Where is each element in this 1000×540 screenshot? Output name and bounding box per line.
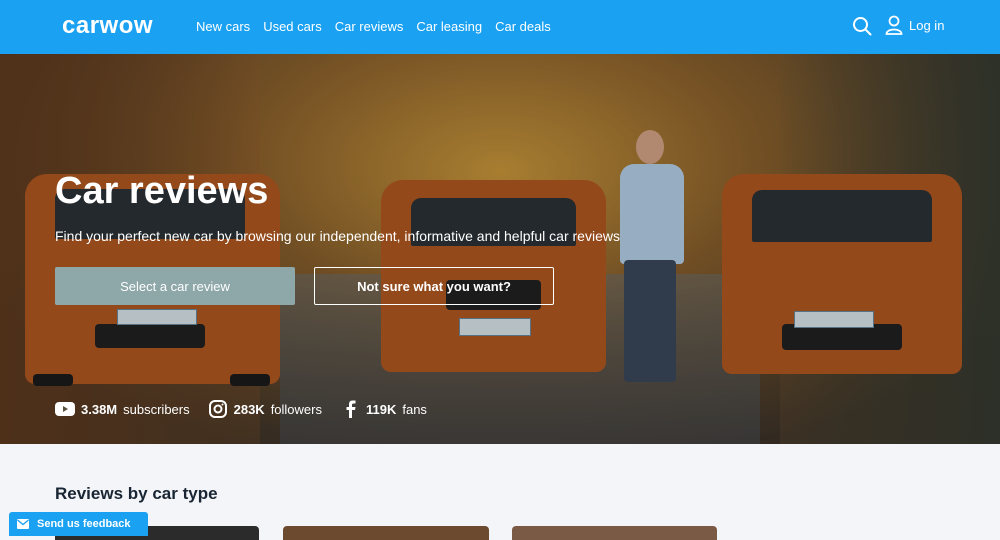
user-icon xyxy=(885,15,903,35)
main-nav: New cars Used cars Car reviews Car leasi… xyxy=(196,19,551,34)
youtube-stat[interactable]: 3.38M subscribers xyxy=(55,400,190,418)
envelope-icon xyxy=(17,519,29,529)
nav-car-deals[interactable]: Car deals xyxy=(495,19,551,34)
facebook-label: fans xyxy=(402,401,427,417)
car-type-card[interactable] xyxy=(283,526,489,540)
select-car-review-button[interactable]: Select a car review xyxy=(55,267,295,305)
hero-banner: Car reviews Find your perfect new car by… xyxy=(0,54,1000,444)
section-title: Reviews by car type xyxy=(55,484,218,503)
youtube-label: subscribers xyxy=(123,401,190,417)
not-sure-button[interactable]: Not sure what you want? xyxy=(314,267,554,305)
instagram-label: followers xyxy=(270,401,322,417)
nav-car-reviews[interactable]: Car reviews xyxy=(335,19,404,34)
top-navbar: carwow New cars Used cars Car reviews Ca… xyxy=(0,0,1000,54)
page-title: Car reviews xyxy=(55,170,269,212)
facebook-count: 119K xyxy=(365,401,397,417)
social-stats: 3.38M subscribers 283K followers 119K fa… xyxy=(55,400,427,418)
nav-used-cars[interactable]: Used cars xyxy=(263,19,322,34)
carwow-logo[interactable]: carwow xyxy=(62,12,153,40)
send-feedback-button[interactable]: Send us feedback xyxy=(9,512,148,536)
login-label: Log in xyxy=(909,17,945,33)
car-type-card[interactable] xyxy=(512,526,717,540)
facebook-icon xyxy=(346,400,356,418)
nav-car-leasing[interactable]: Car leasing xyxy=(416,19,482,34)
feedback-label: Send us feedback xyxy=(37,518,131,530)
login-button[interactable]: Log in xyxy=(885,15,944,35)
youtube-icon xyxy=(55,402,75,416)
nav-new-cars[interactable]: New cars xyxy=(196,19,250,34)
instagram-count: 283K xyxy=(233,401,265,417)
hero-overlay xyxy=(0,54,1000,444)
facebook-stat[interactable]: 119K fans xyxy=(340,400,427,418)
instagram-icon xyxy=(208,400,227,418)
youtube-count: 3.38M xyxy=(81,401,118,417)
search-icon[interactable] xyxy=(852,16,872,36)
instagram-stat[interactable]: 283K followers xyxy=(208,400,322,418)
hero-subtitle: Find your perfect new car by browsing ou… xyxy=(55,228,620,244)
